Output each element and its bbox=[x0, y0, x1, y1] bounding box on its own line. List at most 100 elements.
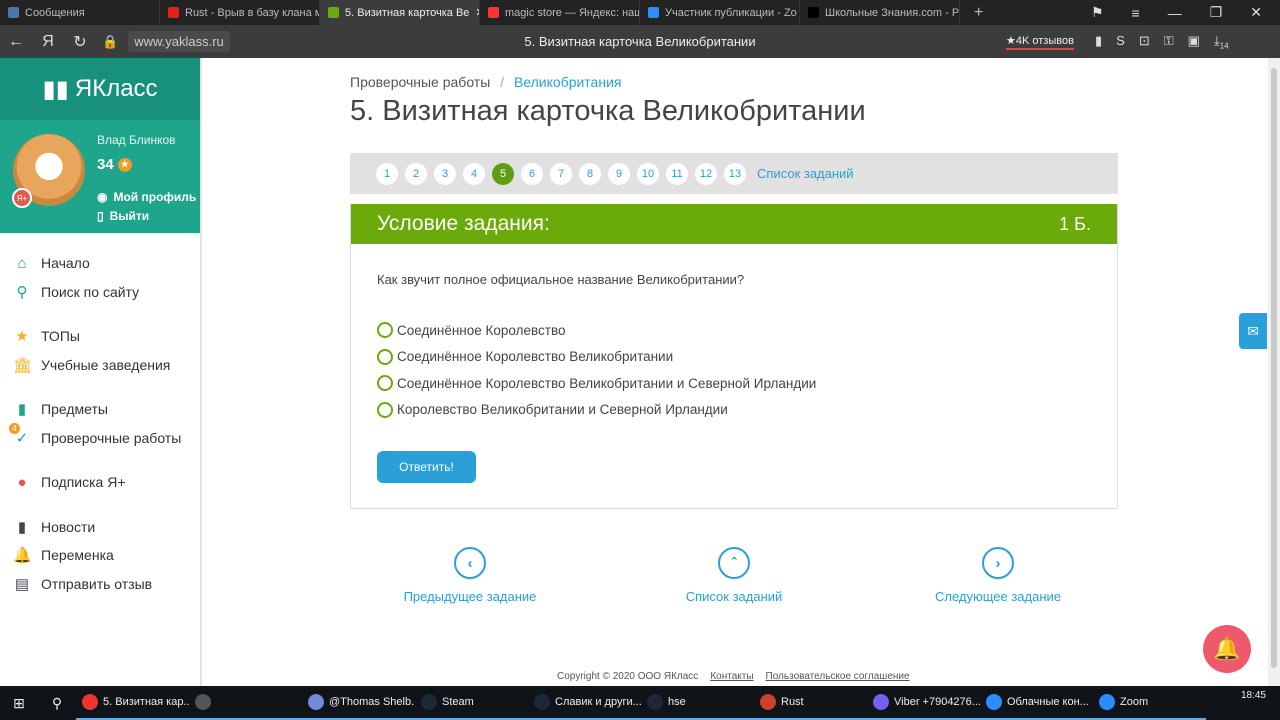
sidebar-item[interactable]: 🔔 Переменка bbox=[0, 541, 200, 570]
browser-tab[interactable]: Rust - Врыв в базу клана м bbox=[160, 0, 320, 25]
answer-option[interactable]: Соединённое Королевство Великобритании и… bbox=[377, 370, 816, 397]
door-icon: ▯ bbox=[97, 209, 104, 223]
answer-option[interactable]: Соединённое Королевство bbox=[377, 317, 816, 344]
browser-tab[interactable]: Сообщения bbox=[0, 0, 160, 25]
extension-key-icon[interactable]: ⚿ bbox=[1164, 33, 1174, 51]
bookmarks-icon[interactable]: ⚑ bbox=[1091, 4, 1104, 21]
page-button[interactable]: 13 bbox=[724, 162, 746, 185]
new-tab-button[interactable]: + bbox=[960, 0, 997, 25]
page-button[interactable]: 11 bbox=[666, 162, 688, 185]
extension-off-icon[interactable]: ⊡ bbox=[1139, 33, 1150, 51]
sidebar-item[interactable]: ✓ 4 Проверочные работы bbox=[0, 422, 200, 453]
logo[interactable]: ▮▮ ЯКласс bbox=[0, 58, 200, 120]
sidebar-item[interactable]: ⚲ Поиск по сайту bbox=[0, 278, 200, 307]
answer-option-label: Соединённое Королевство bbox=[397, 322, 566, 338]
page-button[interactable]: 10 bbox=[637, 162, 659, 185]
taskbar-item[interactable] bbox=[189, 686, 302, 720]
logout-link[interactable]: ▯ Выйти bbox=[97, 209, 149, 223]
radio-button[interactable] bbox=[377, 322, 393, 339]
next-task-link[interactable]: › Следующее задание bbox=[898, 547, 1098, 604]
close-window-button[interactable]: ✕ bbox=[1250, 4, 1262, 21]
sidebar-item[interactable]: ★ ТОПы bbox=[0, 322, 200, 351]
answer-button[interactable]: Ответить! bbox=[377, 451, 476, 483]
page-button[interactable]: 7 bbox=[550, 162, 572, 185]
page-button[interactable]: 5 bbox=[492, 162, 514, 185]
taskbar-item[interactable]: 5. Визитная кар... bbox=[76, 686, 189, 720]
my-profile-link[interactable]: ◉ Мой профиль bbox=[97, 190, 196, 204]
taskbar-item[interactable]: Steam bbox=[415, 686, 528, 720]
browser-tab[interactable]: 5. Визитная карточка Ве✕ bbox=[320, 0, 480, 25]
address-bar: ← Я ↻ 🔒 www.yaklass.ru 5. Визитная карто… bbox=[0, 25, 1280, 58]
answer-option[interactable]: Королевство Великобритании и Северной Ир… bbox=[377, 397, 816, 424]
yandex-icon[interactable]: Я bbox=[32, 33, 64, 51]
back-icon[interactable]: ← bbox=[0, 33, 32, 51]
minimize-button[interactable]: — bbox=[1168, 5, 1182, 21]
breadcrumb-item[interactable]: Проверочные работы bbox=[350, 74, 490, 90]
sidebar-item[interactable]: 🏛 Учебные заведения bbox=[0, 351, 200, 380]
restore-button[interactable]: ❐ bbox=[1210, 4, 1223, 21]
taskbar-item[interactable]: Rust bbox=[754, 686, 867, 720]
page-scrollbar[interactable] bbox=[1268, 58, 1280, 686]
feedback-mail-button[interactable]: ✉ bbox=[1239, 313, 1267, 349]
taskbar-item[interactable]: Viber +7904276... bbox=[867, 686, 980, 720]
menu-icon[interactable]: ≡ bbox=[1132, 5, 1140, 21]
taskbar-item[interactable]: Славик и други... bbox=[528, 686, 641, 720]
browser-tab[interactable]: Участник публикации - Zo bbox=[640, 0, 800, 25]
app-icon bbox=[82, 694, 98, 710]
browser-tab[interactable]: Школьные Знания.com - Р bbox=[800, 0, 960, 25]
taskbar-item[interactable]: hse bbox=[641, 686, 754, 720]
sidebar-item[interactable]: ▮ Предметы bbox=[0, 395, 200, 424]
downloads-icon[interactable]: ⤓14 bbox=[1214, 33, 1229, 51]
tab-favicon bbox=[808, 7, 819, 18]
page-button[interactable]: 1 bbox=[376, 162, 398, 185]
tab-favicon bbox=[328, 7, 339, 18]
taskbar-item-label: Zoom bbox=[1120, 696, 1149, 708]
taskbar-item-label: Viber +7904276... bbox=[894, 696, 980, 708]
taskbar-item[interactable]: Zoom bbox=[1093, 686, 1206, 720]
tab-title: magic store — Яндекс: наш bbox=[505, 6, 640, 19]
notifications-bell-button[interactable]: 🔔 bbox=[1203, 625, 1251, 673]
score-value: 34 bbox=[97, 156, 114, 173]
reload-icon[interactable]: ↻ bbox=[64, 32, 96, 52]
page-button[interactable]: 4 bbox=[463, 162, 485, 185]
sidebar-item[interactable]: ▤ Отправить отзыв bbox=[0, 570, 200, 599]
answer-option-label: Королевство Великобритании и Северной Ир… bbox=[397, 402, 728, 418]
scrollbar-thumb[interactable] bbox=[1271, 68, 1277, 668]
clock[interactable]: 18:45 bbox=[1241, 686, 1280, 701]
sidebar-item[interactable]: ● Подписка Я+ bbox=[0, 468, 200, 497]
task-list-link-bottom[interactable]: ˆ Список заданий bbox=[634, 547, 834, 604]
extension-s-icon[interactable]: S bbox=[1116, 33, 1125, 51]
radio-button[interactable] bbox=[377, 348, 393, 365]
windows-start-icon[interactable]: ⊞ bbox=[0, 695, 38, 712]
contacts-link[interactable]: Контакты bbox=[710, 671, 753, 682]
taskbar-item[interactable]: @Thomas Shelb... bbox=[302, 686, 415, 720]
page-button[interactable]: 8 bbox=[579, 162, 601, 185]
answer-option[interactable]: Соединённое Королевство Великобритании bbox=[377, 344, 816, 371]
radio-button[interactable] bbox=[377, 375, 393, 392]
menu-icon: ⌂ bbox=[17, 254, 27, 272]
taskbar-item[interactable]: Облачные кон... bbox=[980, 686, 1093, 720]
prev-task-link[interactable]: ‹ Предыдущее задание bbox=[370, 547, 570, 604]
taskbar-item-label: Rust bbox=[781, 696, 804, 708]
footer: Copyright © 2020 ООО ЯКласс Контакты Пол… bbox=[557, 671, 910, 682]
user-name[interactable]: Влад Блинков bbox=[97, 133, 176, 147]
page-button[interactable]: 6 bbox=[521, 162, 543, 185]
app-icon bbox=[647, 694, 663, 710]
extension-doc-icon[interactable]: ▣ bbox=[1188, 33, 1200, 51]
reviews-button[interactable]: ★4K отзывов bbox=[1006, 34, 1074, 50]
url-field[interactable]: www.yaklass.ru bbox=[128, 31, 230, 52]
lock-icon[interactable]: 🔒 bbox=[102, 34, 118, 50]
sidebar-item[interactable]: ⌂ Начало bbox=[0, 249, 200, 278]
page-button[interactable]: 2 bbox=[405, 162, 427, 185]
radio-button[interactable] bbox=[377, 401, 393, 418]
agreement-link[interactable]: Пользовательское соглашение bbox=[766, 671, 910, 682]
page-button[interactable]: 9 bbox=[608, 162, 630, 185]
page-button[interactable]: 3 bbox=[434, 162, 456, 185]
browser-tab[interactable]: magic store — Яндекс: наш bbox=[480, 0, 640, 25]
bookmark-icon[interactable]: ▮ bbox=[1095, 33, 1102, 51]
task-list-link[interactable]: Список заданий bbox=[757, 166, 854, 181]
page-button[interactable]: 12 bbox=[695, 162, 717, 185]
sidebar-item[interactable]: ▮ Новости bbox=[0, 513, 200, 542]
search-icon[interactable]: ⚲ bbox=[38, 695, 76, 712]
breadcrumb-item[interactable]: Великобритания bbox=[514, 74, 622, 90]
